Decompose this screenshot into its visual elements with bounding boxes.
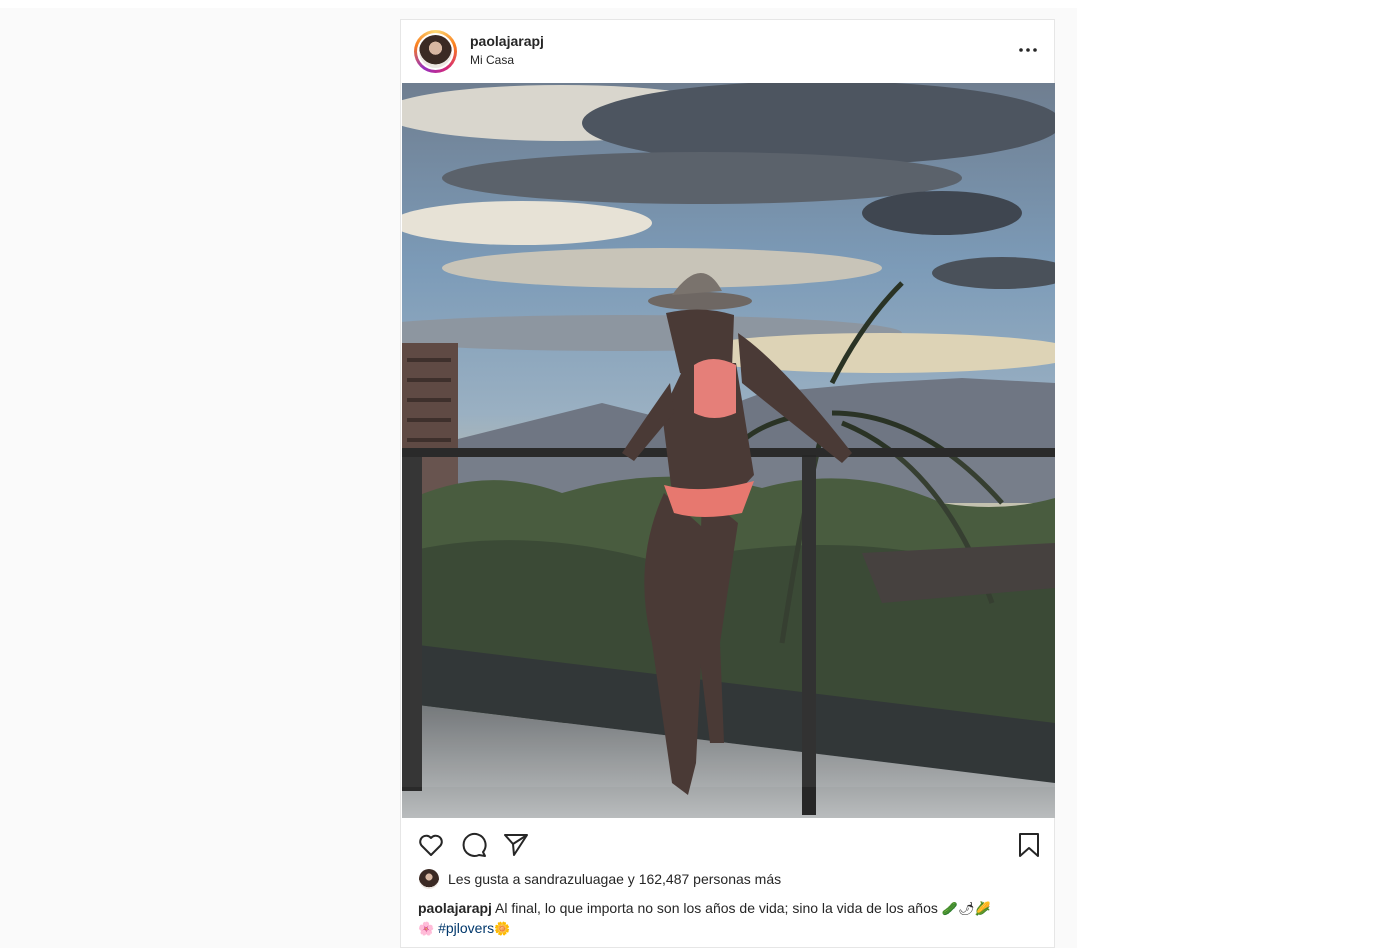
instagram-post: paolajarapj Mi Casa Les gusta a sandrazu… <box>400 19 1055 948</box>
more-options-icon <box>1019 48 1037 52</box>
caption-emoji-flower: 🌸 <box>418 922 435 937</box>
post-actions <box>401 825 1054 871</box>
post-photo[interactable] <box>402 83 1055 818</box>
caption-text: Al final, lo que importa no son los años… <box>491 900 942 916</box>
likes-text: Les gusta a sandrazuluagae y 162,487 per… <box>448 871 782 887</box>
caption-emojis: 🥒🌶🌽 <box>941 902 991 917</box>
hashtag-link[interactable]: #pjlovers <box>438 920 494 936</box>
post-image <box>402 83 1055 818</box>
post-location[interactable]: Mi Casa <box>470 53 514 67</box>
save-button[interactable] <box>1013 829 1045 861</box>
comment-icon <box>462 832 487 857</box>
profile-avatar[interactable] <box>414 30 457 73</box>
post-caption: paolajarapj Al final, lo que importa no … <box>418 899 1038 939</box>
bookmark-icon <box>1019 833 1039 857</box>
avatar-photo <box>419 35 452 68</box>
post-header: paolajarapj Mi Casa <box>401 20 1054 83</box>
post-username[interactable]: paolajarapj <box>470 33 544 49</box>
caption-username[interactable]: paolajarapj <box>418 900 492 916</box>
heart-icon <box>419 834 443 856</box>
more-options-button[interactable] <box>1016 38 1040 62</box>
paper-plane-icon <box>504 834 528 856</box>
like-button[interactable] <box>415 829 447 861</box>
caption-emoji-sun: 🌼 <box>494 922 511 937</box>
likes-summary[interactable]: Les gusta a sandrazuluagae y 162,487 per… <box>419 868 781 890</box>
share-button[interactable] <box>500 829 532 861</box>
comment-button[interactable] <box>458 829 490 861</box>
liker-avatar[interactable] <box>419 869 439 889</box>
